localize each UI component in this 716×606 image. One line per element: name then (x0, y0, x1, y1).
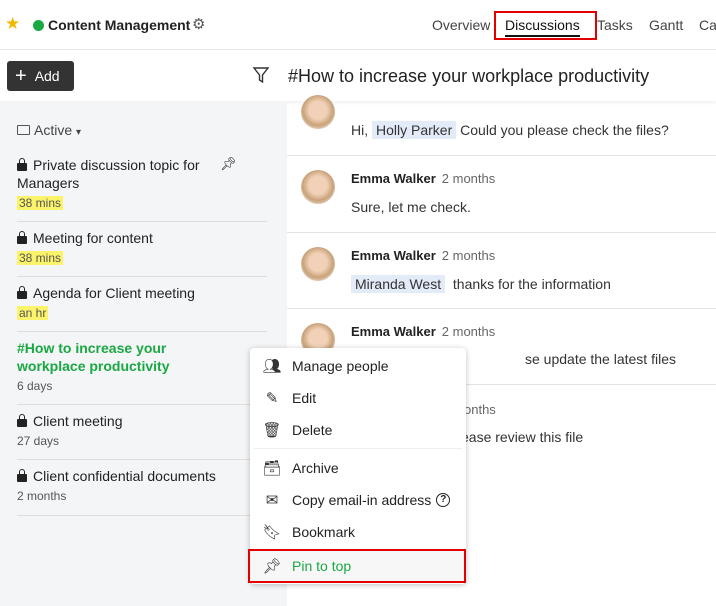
chevron-down-icon: ▾ (76, 127, 82, 138)
avatar (301, 170, 335, 204)
plus-icon: + (15, 65, 27, 87)
tab-overview[interactable]: Overview (432, 17, 490, 33)
lock-icon (17, 158, 27, 171)
message-time: 2 months (441, 248, 496, 263)
tab-tasks[interactable]: Tasks (597, 17, 633, 33)
menu-label: Copy email-in address (292, 492, 432, 508)
topic-title: Client confidential documents (33, 468, 216, 484)
envelope-open-icon: ✉ (265, 492, 279, 509)
menu-label: Archive (292, 460, 339, 476)
topic-title: Client meeting (33, 413, 123, 429)
help-icon[interactable]: ? (436, 493, 451, 507)
lock-icon (17, 286, 27, 299)
topic-time: an hr (17, 306, 49, 320)
topic-item[interactable]: Meeting for content 38 mins (17, 229, 267, 277)
message-text: se update the latest files (525, 351, 676, 367)
topic-item[interactable]: Agenda for Client meeting an hr (17, 284, 267, 332)
topic-title: #How to increase your workplace producti… (288, 66, 650, 86)
trash-icon: 🗑︎ (262, 422, 282, 439)
menu-item-pin-to-top[interactable]: 📌︎ Pin to top (248, 549, 466, 583)
author-name: Emma Walker (351, 248, 436, 263)
archive-icon: 🗃︎ (262, 460, 282, 477)
pin-icon: 📌︎ (262, 558, 282, 575)
topic-item[interactable]: Client confidential documents 2 months (17, 467, 267, 516)
topic-time: 27 days (17, 434, 60, 448)
message: Emma Walker 2 months Miranda West thanks … (287, 233, 716, 309)
status-filter-dropdown[interactable]: Active ▾ (17, 122, 81, 138)
tab-calendar[interactable]: Ca (699, 17, 716, 33)
menu-item-bookmark[interactable]: 🔖︎ Bookmark (250, 517, 466, 547)
menu-label: Manage people (292, 358, 389, 374)
message: Hi, Holly Parker Could you please check … (287, 95, 716, 156)
message-time: 2 months (441, 324, 496, 339)
lock-icon (17, 469, 27, 482)
settings-gear-icon[interactable]: ⚙ (192, 15, 205, 33)
message-time: onths (464, 402, 496, 417)
topic-title: Private discussion topic for Managers (17, 157, 200, 191)
people-icon: 👥︎ (262, 358, 282, 375)
message-text: ease review this file (461, 429, 584, 445)
bookmark-icon: 🔖︎ (262, 524, 282, 541)
toolbar: + Add #How to increase your workplace pro… (0, 51, 716, 101)
menu-item-edit[interactable]: ✎ Edit (250, 383, 466, 413)
message-time: 2 months (441, 171, 496, 186)
topic-title: Agenda for Client meeting (33, 285, 195, 301)
menu-item-manage-people[interactable]: 👥︎ Manage people (250, 351, 466, 381)
message-text: Sure, let me check. (351, 199, 471, 215)
topic-title: Meeting for content (33, 230, 153, 246)
add-button[interactable]: + Add (7, 61, 74, 91)
folder-icon (17, 125, 30, 135)
filter-label: Active (34, 122, 73, 138)
topic-item[interactable]: Client meeting 27 days (17, 412, 267, 460)
favorite-star-icon[interactable]: ★ (5, 14, 20, 34)
topic-title: #How to increase your workplace producti… (17, 340, 170, 374)
topic-item-active[interactable]: #How to increase your workplace producti… (17, 339, 267, 405)
pin-icon: 📌︎ (220, 156, 237, 171)
filter-icon[interactable] (253, 67, 269, 84)
menu-divider (254, 448, 462, 449)
message: Emma Walker 2 months Sure, let me check. (287, 156, 716, 233)
menu-label: Edit (292, 390, 317, 406)
menu-item-archive[interactable]: 🗃︎ Archive (250, 453, 466, 483)
avatar (301, 95, 335, 129)
avatar (301, 247, 335, 281)
author-name: Emma Walker (351, 324, 436, 339)
top-bar: ★ Content Management ⚙ Overview Discussi… (0, 0, 716, 50)
message-prefix: Hi, (351, 122, 369, 138)
menu-label: Bookmark (292, 524, 356, 540)
tab-gantt[interactable]: Gantt (649, 17, 683, 33)
mention-tag[interactable]: Holly Parker (372, 121, 457, 139)
message-text: thanks for the information (452, 276, 611, 292)
lock-icon (17, 414, 27, 427)
context-menu: 👥︎ Manage people ✎ Edit 🗑︎ Delete 🗃︎ Archive… (248, 348, 466, 584)
menu-label: Delete (292, 422, 333, 438)
status-dot (33, 20, 44, 31)
tab-discussions[interactable]: Discussions (505, 17, 580, 37)
topic-time: 6 days (17, 379, 53, 393)
menu-item-delete[interactable]: 🗑︎ Delete (250, 415, 466, 445)
topic-time: 38 mins (17, 251, 64, 265)
topic-item[interactable]: Private discussion topic for Managers 38… (17, 156, 267, 222)
mention-tag[interactable]: Miranda West (351, 275, 446, 293)
pencil-icon: ✎ (265, 390, 279, 407)
author-name: Emma Walker (351, 171, 436, 186)
message-text: Could you please check the files? (460, 122, 669, 138)
lock-icon (17, 231, 27, 244)
add-label: Add (34, 68, 60, 84)
topic-time: 2 months (17, 489, 67, 503)
menu-label: Pin to top (292, 558, 352, 574)
project-title: Content Management (48, 17, 191, 33)
topic-time: 38 mins (17, 196, 64, 210)
menu-item-copy-email[interactable]: ✉ Copy email-in address? (250, 485, 466, 515)
